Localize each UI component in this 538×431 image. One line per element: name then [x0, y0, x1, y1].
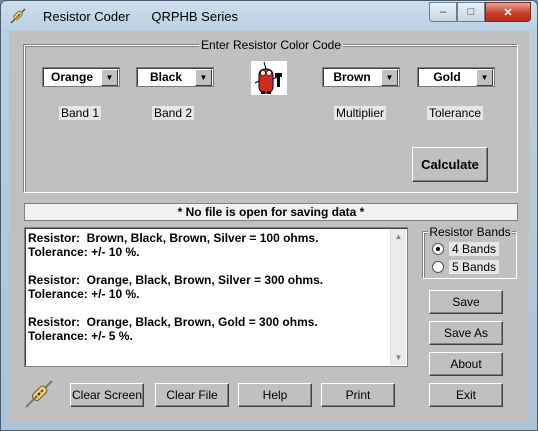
- band1-label: Band 1: [59, 106, 102, 120]
- result-line: Resistor: Brown, Black, Brown, Silver = …: [28, 231, 319, 245]
- band2-label: Band 2: [152, 106, 195, 120]
- color-code-group: Enter Resistor Color Code Orange ▼ Band …: [24, 38, 518, 193]
- five-bands-radio[interactable]: 5 Bands: [432, 260, 500, 274]
- band1-select[interactable]: Orange ▼: [42, 67, 120, 87]
- resistor-app-icon: [10, 8, 26, 24]
- tolerance-label: Tolerance: [427, 106, 484, 120]
- resistor-bands-group: Resistor Bands 4 Bands 5 Bands: [423, 225, 517, 279]
- multiplier-value: Brown: [333, 70, 371, 84]
- print-button[interactable]: Print: [321, 383, 395, 407]
- five-bands-label: 5 Bands: [449, 260, 500, 274]
- result-line: Tolerance: +/- 5 %.: [28, 329, 133, 343]
- radio-selected-icon: [432, 243, 444, 255]
- calculate-button[interactable]: Calculate: [412, 147, 488, 182]
- clear-file-button[interactable]: Clear File: [155, 383, 229, 407]
- resistor-icon: [25, 380, 53, 408]
- result-line: Resistor: Orange, Black, Brown, Gold = 3…: [28, 315, 318, 329]
- result-line: Resistor: Orange, Black, Brown, Silver =…: [28, 273, 324, 287]
- four-bands-radio[interactable]: 4 Bands: [432, 242, 500, 256]
- exit-button[interactable]: Exit: [429, 383, 503, 407]
- chevron-down-icon[interactable]: ▼: [195, 69, 212, 86]
- multiplier-label: Multiplier: [334, 106, 387, 120]
- app-series: QRPHB Series: [151, 9, 239, 24]
- band1-value: Orange: [50, 70, 93, 84]
- help-button[interactable]: Help: [238, 383, 312, 407]
- window-title: Resistor Coder QRPHB Series: [43, 9, 256, 24]
- band2-value: Black: [149, 70, 183, 84]
- save-as-button[interactable]: Save As: [429, 321, 503, 345]
- results-textbox[interactable]: Resistor: Brown, Black, Brown, Silver = …: [24, 227, 408, 367]
- group-title: Enter Resistor Color Code: [198, 38, 344, 52]
- radio-empty-icon: [432, 261, 444, 273]
- file-status-bar: * No file is open for saving data *: [24, 203, 518, 221]
- bands-title: Resistor Bands: [428, 225, 512, 239]
- chevron-down-icon[interactable]: ▼: [476, 69, 493, 86]
- about-button[interactable]: About: [429, 352, 503, 376]
- chevron-down-icon[interactable]: ▼: [381, 69, 398, 86]
- close-button[interactable]: ✕: [485, 2, 531, 22]
- result-line: Tolerance: +/- 10 %.: [28, 287, 140, 301]
- four-bands-label: 4 Bands: [449, 242, 500, 256]
- band2-select[interactable]: Black ▼: [136, 67, 214, 87]
- client-area: Enter Resistor Color Code Orange ▼ Band …: [9, 31, 529, 422]
- result-line: [28, 259, 323, 273]
- title-bar[interactable]: Resistor Coder QRPHB Series – □ ✕: [1, 1, 537, 31]
- vertical-scrollbar[interactable]: ▲ ▼: [390, 229, 406, 365]
- scroll-up-icon[interactable]: ▲: [391, 229, 406, 244]
- save-button[interactable]: Save: [429, 290, 503, 314]
- results-text: Resistor: Brown, Black, Brown, Silver = …: [28, 231, 323, 343]
- clear-screen-button[interactable]: Clear Screen: [70, 383, 144, 407]
- scroll-down-icon[interactable]: ▼: [391, 350, 406, 365]
- minimize-button[interactable]: –: [429, 2, 457, 22]
- result-line: Tolerance: +/- 10 %.: [28, 245, 140, 259]
- result-line: [28, 301, 323, 315]
- tolerance-select[interactable]: Gold ▼: [417, 67, 495, 87]
- app-name: Resistor Coder: [43, 9, 130, 24]
- chevron-down-icon[interactable]: ▼: [101, 69, 118, 86]
- app-window: Resistor Coder QRPHB Series – □ ✕ Enter …: [0, 0, 538, 431]
- maximize-button[interactable]: □: [457, 2, 485, 22]
- multiplier-select[interactable]: Brown ▼: [322, 67, 400, 87]
- tolerance-value: Gold: [433, 70, 461, 84]
- resistor-mascot-icon: [251, 61, 287, 95]
